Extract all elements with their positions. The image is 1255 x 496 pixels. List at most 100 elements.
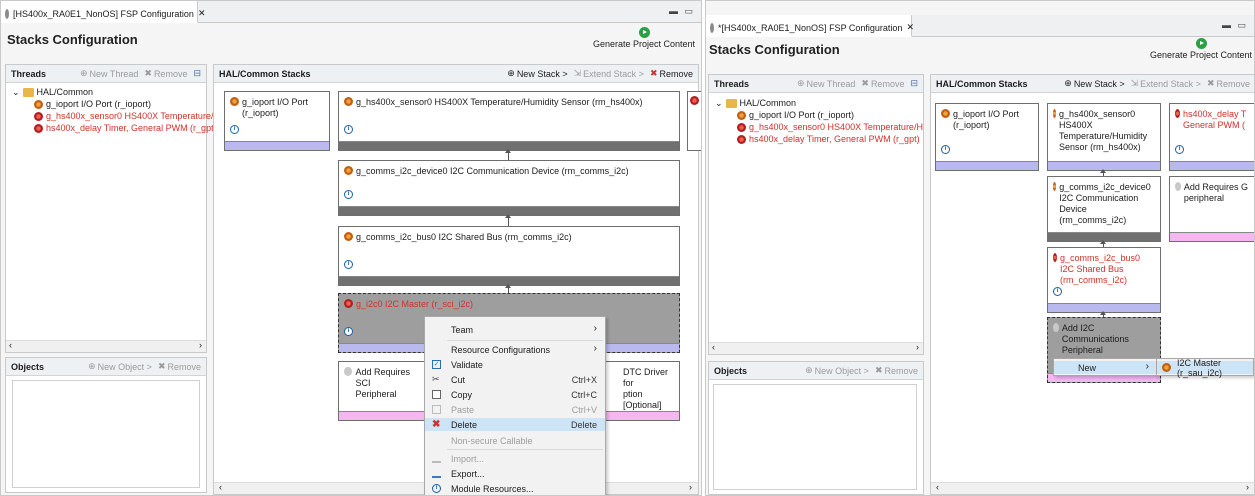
left-generate-button[interactable]: Generate Project Content — [589, 27, 699, 49]
tree-item-sensor[interactable]: g_hs400x_sensor0 HS400X Temperature/H — [715, 121, 923, 133]
right-editor-tab[interactable]: *[HS400x_RA0E1_NonOS] FSP Configuration … — [706, 15, 914, 37]
menu-item-non-secure-callable[interactable]: Non-secure Callable — [425, 434, 605, 447]
chevron-down-icon[interactable]: ⌄ — [715, 97, 723, 109]
menu-item-export[interactable]: Export... — [425, 467, 605, 480]
menu-item-module-resources[interactable]: i Module Resources... — [425, 482, 605, 495]
left-editor-window: [HS400x_RA0E1_NonOS] FSP Configuration ✕… — [0, 0, 702, 496]
module-label: g_comms_i2c_bus0 I2C Shared Bus (rm_comm… — [344, 232, 675, 243]
menu-item-i2c-master-sau[interactable]: I2C Master (r_sau_i2c) — [1157, 358, 1253, 378]
module-label: Add I2C Communications Peripheral — [1053, 323, 1156, 356]
left-generate-label: Generate Project Content — [592, 39, 696, 49]
gear-icon — [5, 8, 9, 19]
menu-item-delete[interactable]: ✖ Delete Delete — [425, 418, 605, 431]
menu-item-cut[interactable]: ✂ Cut Ctrl+X — [425, 373, 605, 386]
module-ioport[interactable]: g_ioport I/O Port (r_ioport) i — [935, 103, 1039, 171]
module-device[interactable]: g_comms_i2c_device0 I2C Communication De… — [338, 160, 680, 216]
left-threads-scrollbar[interactable]: ‹ › — [6, 340, 206, 352]
menu-item-resource-configurations[interactable]: Resource Configurations — [425, 343, 605, 356]
module-icon — [344, 367, 353, 376]
module-bus[interactable]: g_comms_i2c_bus0 I2C Shared Bus (rm_comm… — [1047, 247, 1161, 313]
module-label: g_ioport I/O Port (r_ioport) — [230, 97, 325, 119]
menu-separator — [447, 340, 603, 341]
module-ioport[interactable]: g_ioport I/O Port (r_ioport) i — [224, 91, 330, 151]
module-label: g_comms_i2c_bus0 I2C Shared Bus (rm_comm… — [1053, 253, 1156, 286]
new-thread-button[interactable]: ⊕ New Thread — [80, 68, 138, 79]
delete-icon: ✖ — [432, 419, 441, 430]
right-threads-header: Threads ⊕ New Thread ✖ Remove ⊟ — [709, 75, 923, 93]
tree-item-ioport[interactable]: g_ioport I/O Port (r_ioport) — [715, 109, 923, 121]
module-sensor[interactable]: g_hs400x_sensor0 HS400X Temperature/Humi… — [1047, 103, 1161, 171]
extend-stack-button[interactable]: ⇲ Extend Stack > — [1131, 78, 1201, 89]
chevron-down-icon[interactable]: ⌄ — [12, 86, 20, 98]
tree-item-hal-common[interactable]: ⌄ HAL/Common — [715, 97, 923, 109]
remove-thread-button[interactable]: ✖ Remove — [144, 68, 187, 79]
info-icon[interactable]: i — [344, 327, 353, 336]
module-delay[interactable]: hs400x_delay T General PWM ( i — [1169, 103, 1254, 171]
close-icon[interactable]: ✕ — [906, 22, 914, 33]
tree-item-sensor[interactable]: g_hs400x_sensor0 HS400X Temperature/H — [12, 110, 220, 122]
info-icon[interactable]: i — [941, 145, 950, 154]
module-add-requires[interactable]: Add Requires G peripheral — [1169, 176, 1254, 242]
remove-object-button[interactable]: ✖ Remove — [158, 361, 201, 372]
info-icon[interactable]: i — [1053, 287, 1062, 296]
info-icon[interactable]: i — [1175, 145, 1184, 154]
new-stack-button[interactable]: ⊕ New Stack > — [1064, 78, 1124, 89]
menu-item-validate[interactable]: ✓ Validate — [425, 358, 605, 371]
collapse-icon[interactable]: ⊟ — [910, 78, 918, 89]
tree-item-ioport[interactable]: g_ioport I/O Port (r_ioport) — [12, 98, 220, 110]
info-icon[interactable]: i — [344, 125, 353, 134]
menu-item-import[interactable]: Import... — [425, 452, 605, 465]
remove-stack-button[interactable]: ✖ Remove — [650, 68, 693, 79]
menu-shortcut: Ctrl+V — [571, 404, 597, 415]
tree-item-hal-common[interactable]: ⌄ HAL/Common — [12, 86, 220, 98]
module-label: DTC Driver for ption [Optional] — [623, 367, 675, 411]
module-add-sci[interactable]: Add Requires SCI Peripheral — [338, 361, 428, 421]
module-icon — [1162, 363, 1171, 372]
info-icon[interactable]: i — [230, 125, 239, 134]
right-threads-scrollbar[interactable]: ‹ › — [709, 342, 923, 354]
module-clipped-edge — [687, 91, 701, 151]
tree-label: HAL/Common — [739, 98, 797, 108]
paste-icon — [432, 405, 441, 414]
module-title: g_i2c0 I2C Master (r_sci_i2c) — [356, 299, 474, 309]
module-label: g_i2c0 I2C Master (r_sci_i2c) — [344, 299, 675, 310]
new-object-button[interactable]: ⊕ New Object > — [805, 365, 869, 376]
remove-thread-button[interactable]: ✖ Remove — [861, 78, 904, 89]
menu-item-label: New — [1078, 362, 1097, 373]
new-thread-button[interactable]: ⊕ New Thread — [797, 78, 855, 89]
module-bus[interactable]: g_comms_i2c_bus0 I2C Shared Bus (rm_comm… — [338, 226, 680, 286]
module-device[interactable]: g_comms_i2c_device0 I2C Communication De… — [1047, 176, 1161, 242]
right-generate-label: Generate Project Content — [1149, 50, 1253, 60]
right-objects-header: Objects ⊕ New Object > ✖ Remove — [709, 362, 923, 380]
tree-item-delay[interactable]: hs400x_delay Timer, General PWM (r_gpt — [12, 122, 220, 134]
remove-object-button[interactable]: ✖ Remove — [875, 365, 918, 376]
right-stacks-scrollbar[interactable]: ‹ › — [931, 482, 1254, 494]
menu-item-team[interactable]: Team — [425, 323, 605, 336]
close-icon[interactable]: ✕ — [198, 8, 206, 19]
collapse-icon[interactable]: ⊟ — [193, 68, 201, 79]
tree-item-delay[interactable]: hs400x_delay Timer, General PWM (r_gpt) — [715, 133, 923, 145]
module-title: g_ioport I/O Port — [242, 97, 309, 107]
module-subtitle: Peripheral — [355, 389, 397, 399]
remove-stack-button[interactable]: ✖ Remove — [1207, 78, 1250, 89]
info-icon[interactable]: i — [344, 260, 353, 269]
right-stacks-panel: HAL/Common Stacks ⊕ New Stack > ⇲ Extend… — [930, 74, 1254, 495]
info-icon[interactable]: i — [344, 190, 353, 199]
stacks-title: HAL/Common Stacks — [936, 78, 1028, 89]
new-stack-button[interactable]: ⊕ New Stack > — [507, 68, 567, 79]
right-window-controls[interactable]: ▬ ▭ — [1222, 20, 1248, 31]
left-editor-tab[interactable]: [HS400x_RA0E1_NonOS] FSP Configuration ✕ — [1, 1, 205, 23]
right-generate-button[interactable]: Generate Project Content — [1146, 38, 1254, 60]
menu-item-copy[interactable]: Copy Ctrl+C — [425, 388, 605, 401]
module-icon — [737, 110, 746, 120]
right-objects-panel: Objects ⊕ New Object > ✖ Remove — [708, 361, 924, 495]
new-object-button[interactable]: ⊕ New Object > — [88, 361, 152, 372]
module-dtc[interactable]: DTC Driver for ption [Optional] — [600, 361, 680, 421]
menu-item-new[interactable]: New — [1054, 361, 1157, 374]
left-window-controls[interactable]: ▬ ▭ — [669, 6, 695, 17]
module-sensor[interactable]: g_hs400x_sensor0 HS400X Temperature/Humi… — [338, 91, 680, 151]
menu-item-paste[interactable]: Paste Ctrl+V — [425, 403, 605, 416]
info-icon: i — [432, 484, 441, 493]
extend-stack-button[interactable]: ⇲ Extend Stack > — [574, 68, 644, 79]
module-label: g_hs400x_sensor0 HS400X Temperature/Humi… — [344, 97, 675, 108]
